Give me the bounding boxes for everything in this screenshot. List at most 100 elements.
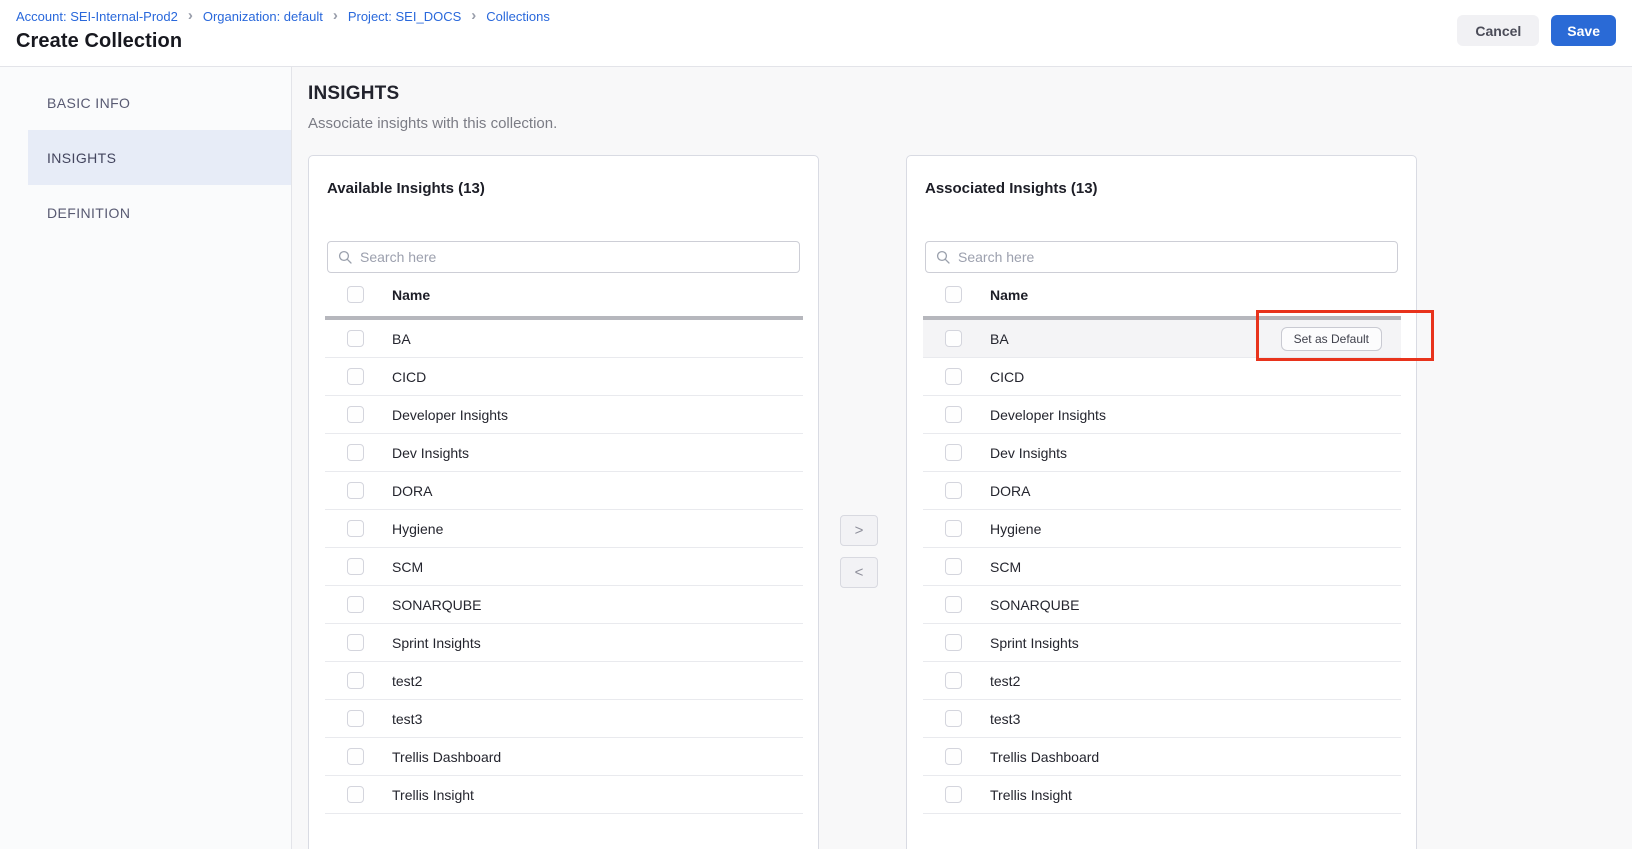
row-checkbox[interactable] (945, 368, 962, 385)
table-row[interactable]: test2 (325, 662, 803, 700)
row-checkbox[interactable] (347, 330, 364, 347)
row-checkbox[interactable] (945, 558, 962, 575)
row-checkbox[interactable] (347, 748, 364, 765)
save-button[interactable]: Save (1551, 15, 1616, 46)
select-all-checkbox[interactable] (347, 286, 364, 303)
table-row[interactable]: test3 (923, 700, 1401, 738)
cancel-button[interactable]: Cancel (1457, 15, 1539, 46)
name-column-header: Name (392, 287, 430, 303)
row-checkbox[interactable] (347, 444, 364, 461)
table-row[interactable]: Sprint Insights (325, 624, 803, 662)
insight-name: BA (990, 331, 1009, 347)
sidebar-item-insights[interactable]: INSIGHTS (28, 130, 291, 185)
insight-name: SONARQUBE (392, 597, 481, 613)
row-checkbox[interactable] (347, 596, 364, 613)
row-checkbox[interactable] (945, 406, 962, 423)
select-all-checkbox[interactable] (945, 286, 962, 303)
table-row[interactable]: Trellis Insight (325, 776, 803, 814)
table-row[interactable]: CICD (923, 358, 1401, 396)
table-row[interactable]: SCM (923, 548, 1401, 586)
section-subheading: Associate insights with this collection. (308, 115, 557, 132)
page-header: Account: SEI-Internal-Prod2 › Organizati… (0, 0, 1632, 67)
row-checkbox[interactable] (347, 368, 364, 385)
table-row[interactable]: Developer Insights (923, 396, 1401, 434)
row-checkbox[interactable] (945, 710, 962, 727)
insight-name: DORA (392, 483, 432, 499)
insight-name: Trellis Dashboard (990, 749, 1099, 765)
associated-search-input[interactable] (958, 242, 1397, 272)
breadcrumb-organization-link[interactable]: Organization: default (203, 9, 323, 24)
table-row[interactable]: DORA (325, 472, 803, 510)
row-checkbox[interactable] (945, 672, 962, 689)
table-row[interactable]: Trellis Insight (923, 776, 1401, 814)
row-checkbox[interactable] (347, 520, 364, 537)
row-checkbox[interactable] (945, 330, 962, 347)
row-checkbox[interactable] (945, 634, 962, 651)
row-checkbox[interactable] (347, 558, 364, 575)
row-checkbox[interactable] (347, 710, 364, 727)
breadcrumb-project-link[interactable]: Project: SEI_DOCS (348, 9, 461, 24)
sidebar: BASIC INFO INSIGHTS DEFINITION (0, 67, 292, 849)
insight-name: Dev Insights (392, 445, 469, 461)
insight-name: test2 (990, 673, 1020, 689)
insight-name: Trellis Insight (990, 787, 1072, 803)
available-table-header: Name (325, 273, 803, 316)
available-panel-title: Available Insights (13) (327, 180, 800, 197)
breadcrumb-collections-link[interactable]: Collections (486, 9, 550, 24)
insight-name: SONARQUBE (990, 597, 1079, 613)
row-checkbox[interactable] (945, 444, 962, 461)
table-row[interactable]: Hygiene (325, 510, 803, 548)
insight-name: CICD (392, 369, 426, 385)
section-heading: INSIGHTS (308, 83, 399, 105)
move-left-button[interactable]: < (840, 557, 878, 588)
search-icon (338, 250, 352, 264)
insight-name: SCM (990, 559, 1021, 575)
row-checkbox[interactable] (347, 406, 364, 423)
chevron-right-icon: › (471, 8, 476, 23)
insight-name: Sprint Insights (990, 635, 1079, 651)
table-row[interactable]: Sprint Insights (923, 624, 1401, 662)
table-row[interactable]: SONARQUBE (923, 586, 1401, 624)
insight-name: Hygiene (392, 521, 443, 537)
table-row[interactable]: Developer Insights (325, 396, 803, 434)
insight-name: Developer Insights (990, 407, 1106, 423)
sidebar-item-basic-info[interactable]: BASIC INFO (28, 75, 291, 130)
set-as-default-button[interactable]: Set as Default (1281, 327, 1382, 351)
main-content: INSIGHTS Associate insights with this co… (293, 67, 1632, 849)
table-row[interactable]: test2 (923, 662, 1401, 700)
table-row[interactable]: SCM (325, 548, 803, 586)
table-row[interactable]: CICD (325, 358, 803, 396)
row-checkbox[interactable] (945, 786, 962, 803)
insight-name: DORA (990, 483, 1030, 499)
insight-name: Sprint Insights (392, 635, 481, 651)
table-row[interactable]: Trellis Dashboard (923, 738, 1401, 776)
table-row[interactable]: test3 (325, 700, 803, 738)
chevron-right-icon: › (333, 8, 338, 23)
table-row[interactable]: Trellis Dashboard (325, 738, 803, 776)
table-row[interactable]: SONARQUBE (325, 586, 803, 624)
available-search-input[interactable] (360, 242, 799, 272)
row-checkbox[interactable] (347, 786, 364, 803)
sidebar-item-definition[interactable]: DEFINITION (28, 185, 291, 240)
table-row[interactable]: Hygiene (923, 510, 1401, 548)
table-row[interactable]: Dev Insights (325, 434, 803, 472)
row-checkbox[interactable] (347, 634, 364, 651)
row-checkbox[interactable] (945, 596, 962, 613)
breadcrumb-account-link[interactable]: Account: SEI-Internal-Prod2 (16, 9, 178, 24)
row-checkbox[interactable] (945, 482, 962, 499)
row-checkbox[interactable] (347, 672, 364, 689)
table-row[interactable]: BA (325, 320, 803, 358)
row-checkbox[interactable] (945, 748, 962, 765)
available-search-box (327, 241, 800, 273)
available-table: Name BA CICD (325, 273, 803, 814)
table-row[interactable]: Dev Insights (923, 434, 1401, 472)
move-right-button[interactable]: > (840, 515, 878, 546)
table-row[interactable]: BA Set as Default (923, 320, 1401, 358)
row-checkbox[interactable] (945, 520, 962, 537)
insight-name: Developer Insights (392, 407, 508, 423)
associated-panel-title: Associated Insights (13) (925, 180, 1398, 197)
page-title: Create Collection (16, 30, 182, 53)
associated-table-header: Name (923, 273, 1401, 316)
row-checkbox[interactable] (347, 482, 364, 499)
table-row[interactable]: DORA (923, 472, 1401, 510)
